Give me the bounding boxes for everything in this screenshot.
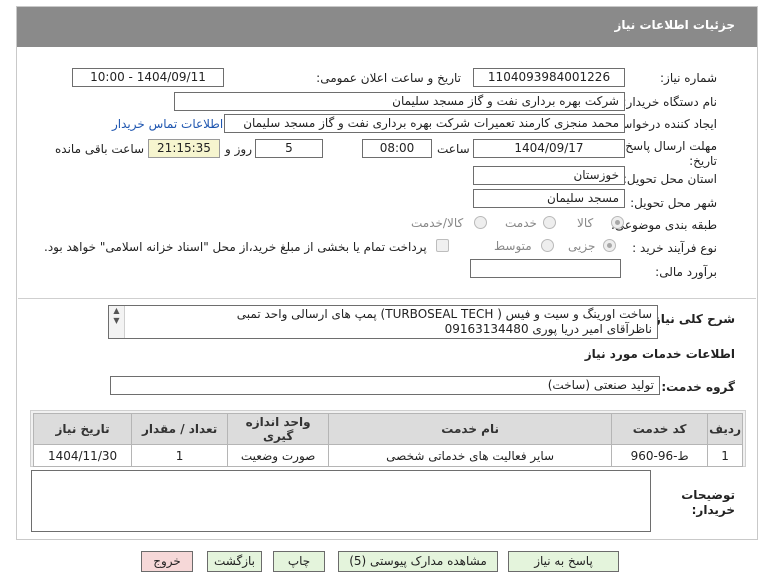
buyer-notes-textarea[interactable]: [31, 470, 651, 532]
estimate-field[interactable]: [470, 259, 621, 278]
buyer-label: نام دستگاه خریدار:: [622, 95, 718, 109]
divider: [18, 298, 756, 299]
remaining-label: ساعت باقی مانده: [55, 142, 145, 156]
col-header-service-name: نام خدمت: [328, 413, 613, 445]
col-header-service-code: کد خدمت: [611, 413, 709, 445]
scroll-down-icon: ▼: [113, 316, 120, 325]
treasury-checkbox[interactable]: [436, 239, 449, 252]
description-scrollbar[interactable]: ▲ ▼: [109, 306, 125, 338]
cell-service-code: ط-96-960: [611, 444, 709, 467]
remaining-time-field: 21:15:35: [148, 139, 220, 158]
buyer-notes-label: توضیحات: [681, 488, 735, 502]
services-section-title: اطلاعات خدمات مورد نیاز: [584, 347, 735, 361]
category-radio-goods[interactable]: [611, 216, 624, 229]
view-attachments-button[interactable]: مشاهده مدارک پیوستی (5): [338, 551, 498, 572]
need-number-label: شماره نیاز:: [660, 71, 717, 85]
need-number-field[interactable]: 1104093984001226: [473, 68, 625, 87]
col-header-quantity: تعداد / مقدار: [131, 413, 229, 445]
table-header-row: ردیف کد خدمت نام خدمت واحد اندازه گیری ت…: [32, 413, 743, 445]
exit-button[interactable]: خروج: [141, 551, 193, 572]
description-line-1: ساخت اورینگ و سیت و فیس ( TURBOSEAL TECH…: [236, 307, 652, 321]
province-field[interactable]: خوزستان: [473, 166, 625, 185]
announce-datetime-field[interactable]: 1404/09/11 - 10:00: [72, 68, 224, 87]
announce-label: تاریخ و ساعت اعلان عمومی:: [316, 71, 461, 85]
purchase-option-minor: جزیی: [568, 239, 596, 253]
cell-row-number: 1: [707, 444, 743, 467]
cell-service-name: سایر فعالیت های خدماتی شخصی: [328, 444, 613, 467]
city-field[interactable]: مسجد سلیمان: [473, 189, 625, 208]
creator-field[interactable]: محمد منجزی کارمند تعمیرات شرکت بهره بردا…: [224, 114, 625, 133]
page-title: جزئیات اطلاعات نیاز: [614, 18, 735, 32]
category-radio-service[interactable]: [543, 216, 556, 229]
cell-need-date: 1404/11/30: [32, 444, 133, 467]
deadline-time-field[interactable]: 08:00: [362, 139, 432, 158]
description-label: شرح کلی نیاز:: [649, 312, 735, 326]
service-group-field[interactable]: تولید صنعتی (ساخت): [110, 376, 660, 395]
col-header-unit: واحد اندازه گیری: [227, 413, 330, 445]
category-radio-both[interactable]: [474, 216, 487, 229]
estimate-label: برآورد مالی:: [655, 265, 717, 279]
payment-note: پرداخت تمام یا بخشی از مبلغ خرید،از محل …: [44, 240, 427, 254]
time-label: ساعت: [437, 142, 470, 156]
deadline-label: مهلت ارسال پاسخ: تا: [610, 139, 717, 153]
scroll-up-icon: ▲: [113, 306, 120, 315]
cell-quantity: 1: [131, 444, 229, 467]
back-button[interactable]: بازگشت: [207, 551, 262, 572]
print-button[interactable]: چاپ: [273, 551, 325, 572]
panel-header: جزئیات اطلاعات نیاز: [17, 7, 757, 47]
deadline-label-date: تاریخ:: [689, 154, 717, 168]
reply-button[interactable]: پاسخ به نیاز: [508, 551, 619, 572]
province-label: استان محل تحویل:: [622, 172, 717, 186]
table-row[interactable]: 1 ط-96-960 سایر فعالیت های خدماتی شخصی ص…: [32, 444, 743, 467]
purchase-radio-medium[interactable]: [541, 239, 554, 252]
purchase-type-label: نوع فرآیند خرید :: [632, 241, 717, 255]
col-header-row-number: ردیف: [707, 413, 743, 445]
service-group-label: گروه خدمت:: [661, 380, 735, 394]
category-label: طبقه بندی موضوعی:: [610, 218, 717, 232]
category-option-service: خدمت: [505, 216, 537, 230]
buyer-notes-label-2: خریدار:: [691, 503, 735, 517]
purchase-radio-minor[interactable]: [603, 239, 616, 252]
purchase-option-medium: متوسط: [494, 239, 532, 253]
description-textarea[interactable]: ساخت اورینگ و سیت و فیس ( TURBOSEAL TECH…: [108, 305, 658, 339]
cell-unit: صورت وضعیت: [227, 444, 330, 467]
days-label: روز و: [225, 142, 252, 156]
category-option-both: کالا/خدمت: [411, 216, 464, 230]
col-header-need-date: تاریخ نیاز: [32, 413, 133, 445]
deadline-date-field[interactable]: 1404/09/17: [473, 139, 625, 158]
city-label: شهر محل تحویل:: [630, 196, 717, 210]
category-option-goods: کالا: [577, 216, 594, 230]
buyer-field[interactable]: شرکت بهره برداری نفت و گاز مسجد سلیمان: [174, 92, 625, 111]
days-field[interactable]: 5: [255, 139, 323, 158]
description-line-2: ناظرآقای امیر دریا پوری 09163134480: [444, 322, 652, 336]
buyer-contact-link[interactable]: اطلاعات تماس خریدار: [112, 117, 223, 131]
services-table: ردیف کد خدمت نام خدمت واحد اندازه گیری ت…: [32, 413, 743, 467]
